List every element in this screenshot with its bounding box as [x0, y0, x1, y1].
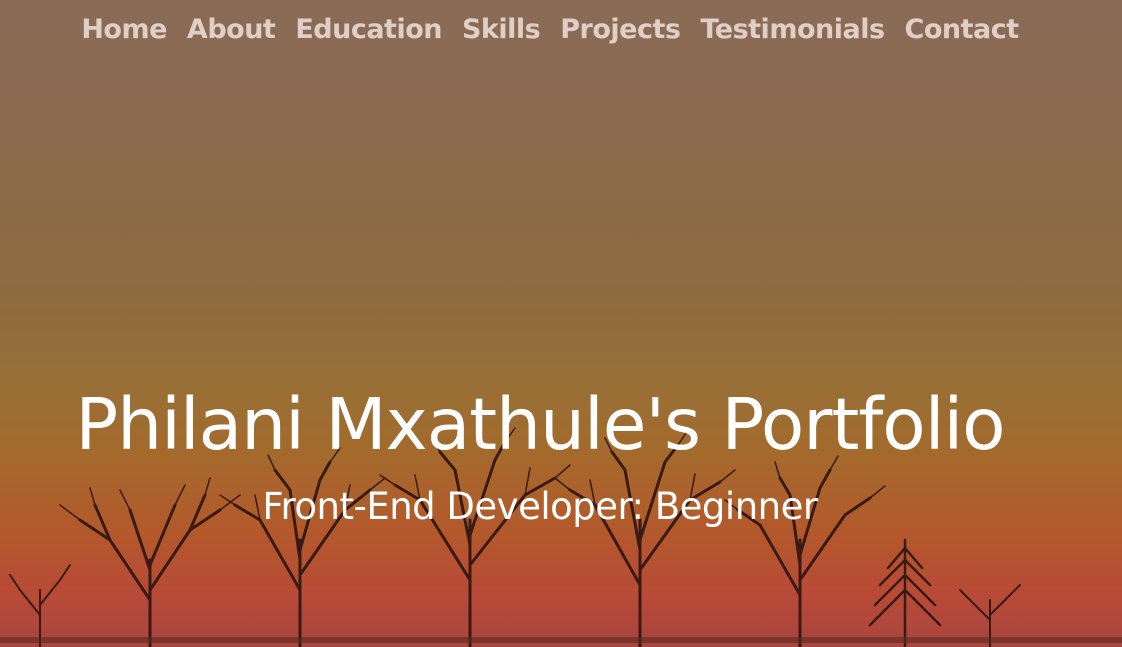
nav-link-about[interactable]: About — [177, 10, 285, 50]
nav-link-contact[interactable]: Contact — [895, 10, 1029, 50]
page-title: Philani Mxathule's Portfolio — [75, 383, 1005, 466]
sunset-trees-background-image — [0, 427, 1122, 647]
nav-link-skills[interactable]: Skills — [452, 10, 550, 50]
nav-link-education[interactable]: Education — [285, 10, 452, 50]
nav-link-home[interactable]: Home — [71, 10, 177, 50]
page-subtitle: Front-End Developer: Beginner — [262, 485, 818, 528]
nav-link-testimonials[interactable]: Testimonials — [690, 10, 894, 50]
nav-link-projects[interactable]: Projects — [550, 10, 690, 50]
main-navigation: Home About Education Skills Projects Tes… — [0, 10, 1100, 50]
hero-section: Home About Education Skills Projects Tes… — [0, 0, 1122, 647]
